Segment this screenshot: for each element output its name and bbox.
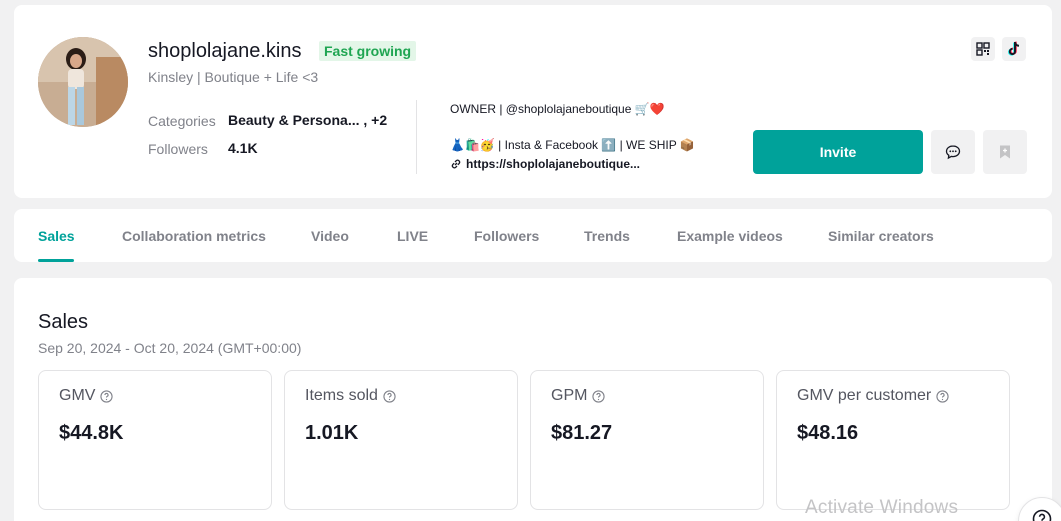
metric-card-gpm: GPM $81.27 xyxy=(530,370,764,510)
metric-value: $44.8K xyxy=(59,422,124,444)
metric-label: GMV per customer xyxy=(797,387,932,404)
tab-collaboration-metrics[interactable]: Collaboration metrics xyxy=(122,228,266,244)
followers-label: Followers xyxy=(148,141,208,157)
message-button[interactable] xyxy=(931,130,975,174)
bio-line-1: OWNER | @shoplolajaneboutique 🛒❤️ xyxy=(450,102,665,116)
creator-nickname: Kinsley | Boutique + Life <3 xyxy=(148,69,319,85)
metric-card-gmv-per-customer: GMV per customer $48.16 xyxy=(776,370,1010,510)
help-icon[interactable] xyxy=(383,389,396,403)
qr-code-icon xyxy=(976,42,990,56)
bio-link-text[interactable]: https://shoplolajaneboutique... xyxy=(466,157,640,171)
qr-code-button[interactable] xyxy=(971,37,995,61)
metric-value: $81.27 xyxy=(551,422,613,444)
tab-similar-creators[interactable]: Similar creators xyxy=(828,228,934,244)
tiktok-icon xyxy=(1008,41,1020,56)
tab-video[interactable]: Video xyxy=(311,228,349,244)
section-title: Sales xyxy=(38,311,89,333)
help-icon xyxy=(1032,509,1052,521)
creator-username: shoplolajane.kins xyxy=(148,40,302,62)
metric-label: GMV xyxy=(59,387,96,404)
metric-value: $48.16 xyxy=(797,422,859,444)
metric-label: Items sold xyxy=(305,387,378,404)
categories-value[interactable]: Beauty & Persona... , +2 xyxy=(228,112,387,128)
bio-link[interactable]: https://shoplolajaneboutique... xyxy=(450,157,640,171)
avatar-photo xyxy=(38,37,128,127)
avatar[interactable] xyxy=(38,37,128,127)
tab-bar: Sales Collaboration metrics Video LIVE F… xyxy=(14,209,1052,262)
creator-profile-card: shoplolajane.kins Fast growing Kinsley |… xyxy=(14,5,1052,198)
tiktok-profile-button[interactable] xyxy=(1002,37,1026,61)
metric-card-gmv: GMV $44.8K xyxy=(38,370,272,510)
sales-section: Sales Sep 20, 2024 - Oct 20, 2024 (GMT+0… xyxy=(14,278,1052,521)
tab-followers[interactable]: Followers xyxy=(474,228,539,244)
help-icon[interactable] xyxy=(100,389,114,403)
bookmark-button[interactable] xyxy=(983,130,1027,174)
date-range: Sep 20, 2024 - Oct 20, 2024 (GMT+00:00) xyxy=(38,340,302,356)
tab-example-videos[interactable]: Example videos xyxy=(677,228,783,244)
activate-windows-watermark: Activate Windows xyxy=(805,497,959,518)
message-icon xyxy=(945,145,961,160)
tab-trends[interactable]: Trends xyxy=(584,228,630,244)
metric-label: GPM xyxy=(551,387,588,404)
help-icon[interactable] xyxy=(592,389,606,403)
bookmark-icon xyxy=(1000,145,1010,159)
active-tab-indicator xyxy=(38,259,74,262)
profile-divider xyxy=(416,100,417,174)
bio-line-2: 👗🛍️🥳 | Insta & Facebook ⬆️ | WE SHIP 📦 xyxy=(450,138,695,152)
metric-value: 1.01K xyxy=(305,422,359,444)
help-icon[interactable] xyxy=(936,389,949,403)
tab-sales[interactable]: Sales xyxy=(38,228,75,244)
fast-growing-badge: Fast growing xyxy=(319,41,417,61)
metric-card-items-sold: Items sold 1.01K xyxy=(284,370,518,510)
tab-live[interactable]: LIVE xyxy=(397,228,428,244)
categories-label: Categories xyxy=(148,113,216,129)
followers-value: 4.1K xyxy=(228,140,258,156)
invite-button[interactable]: Invite xyxy=(753,130,923,174)
link-icon xyxy=(451,159,461,169)
